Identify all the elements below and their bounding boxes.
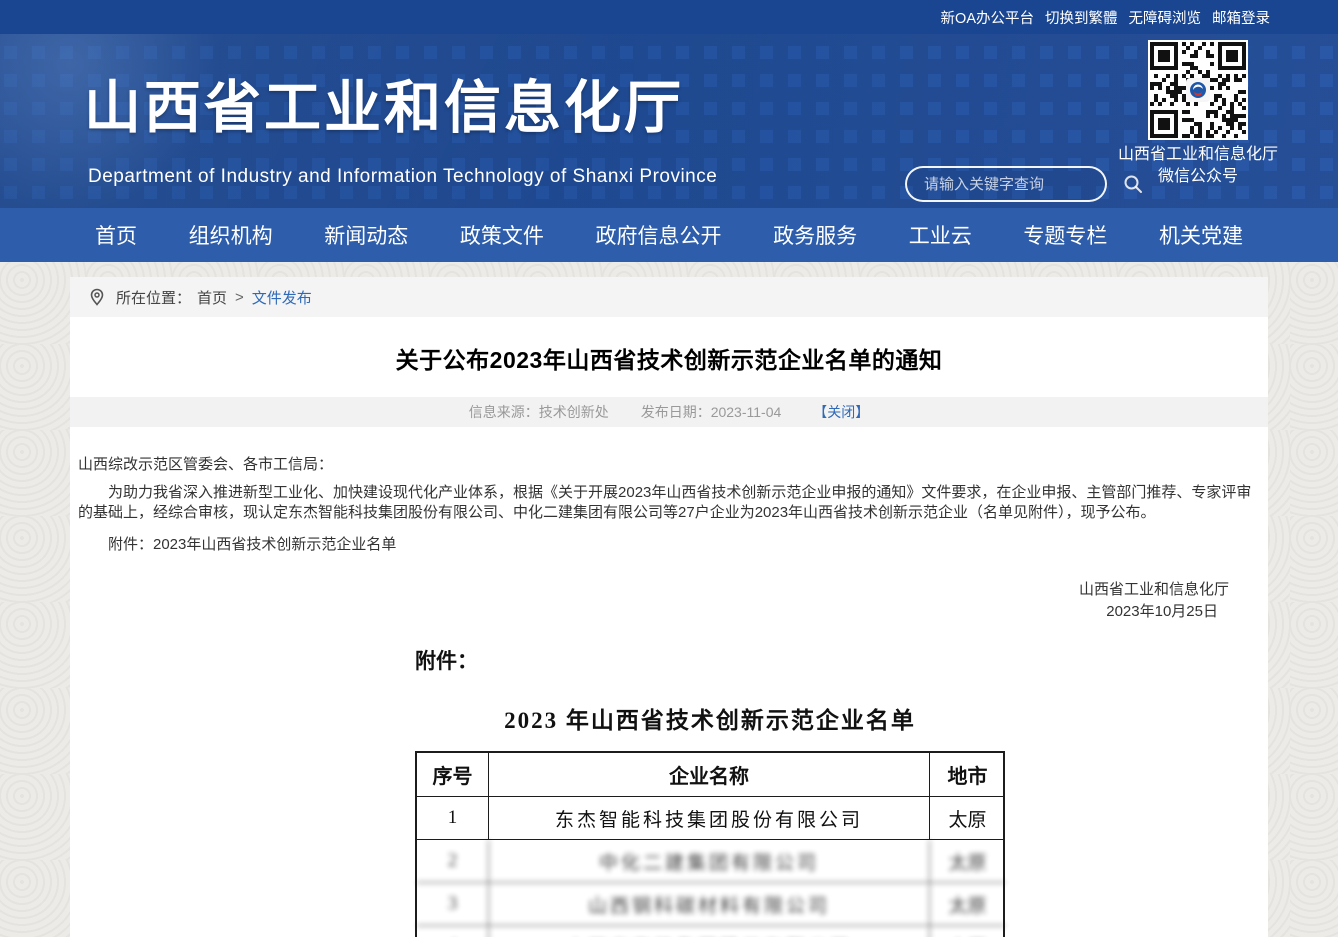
topbar-link-accessibility[interactable]: 无障碍浏览 bbox=[1129, 7, 1202, 28]
cell-city: 太原 bbox=[930, 926, 1005, 937]
cell-city: 太原 bbox=[930, 797, 1005, 840]
cell-company: 山西省安装集团股份有限公司 bbox=[489, 926, 930, 937]
site-search[interactable] bbox=[905, 166, 1107, 202]
article-attachment-line: 附件：2023年山西省技术创新示范企业名单 bbox=[78, 535, 1260, 555]
nav-item-news[interactable]: 新闻动态 bbox=[324, 220, 408, 250]
cell-no: 3 bbox=[417, 883, 489, 926]
table-header-no: 序号 bbox=[417, 753, 489, 797]
cell-city: 太原 bbox=[930, 840, 1005, 883]
nav-item-party-building[interactable]: 机关党建 bbox=[1159, 220, 1243, 250]
cell-company: 东杰智能科技集团股份有限公司 bbox=[489, 797, 930, 840]
cell-company: 山西钢科碳材料有限公司 bbox=[489, 883, 930, 926]
site-header: 山西省工业和信息化厅 Department of Industry and In… bbox=[0, 34, 1338, 208]
table-row: 2 中化二建集团有限公司 太原 bbox=[417, 840, 1003, 883]
main-nav: 首页 组织机构 新闻动态 政策文件 政府信息公开 政务服务 工业云 专题专栏 机… bbox=[0, 208, 1338, 262]
nav-item-organization[interactable]: 组织机构 bbox=[189, 220, 273, 250]
nav-item-home[interactable]: 首页 bbox=[95, 220, 137, 250]
cell-city: 太原 bbox=[930, 883, 1005, 926]
qr-center-logo-icon bbox=[1186, 78, 1210, 102]
nav-item-gov-services[interactable]: 政务服务 bbox=[773, 220, 857, 250]
qr-caption-line1: 山西省工业和信息化厅 bbox=[1078, 144, 1318, 166]
cell-no: 4 bbox=[417, 926, 489, 937]
attachment-label: 附件： bbox=[415, 645, 1268, 675]
breadcrumb-home-link[interactable]: 首页 bbox=[197, 287, 227, 308]
table-header-city: 地市 bbox=[930, 753, 1005, 797]
signature-date: 2023年10月25日 bbox=[78, 601, 1260, 623]
article-salutation: 山西综改示范区管委会、各市工信局： bbox=[78, 455, 1260, 475]
enterprise-table: 序号 企业名称 地市 1 东杰智能科技集团股份有限公司 太原 2 中化二建集团有… bbox=[415, 751, 1005, 937]
nav-item-gov-info-disclosure[interactable]: 政府信息公开 bbox=[596, 220, 722, 250]
signature-organization: 山西省工业和信息化厅 bbox=[78, 579, 1260, 601]
article-body: 山西综改示范区管委会、各市工信局： 为助力我省深入推进新型工业化、加快建设现代化… bbox=[70, 427, 1268, 623]
wechat-qr-code bbox=[1148, 40, 1248, 140]
search-icon[interactable] bbox=[1123, 174, 1143, 194]
attachment-document: 附件： 2023 年山西省技术创新示范企业名单 序号 企业名称 地市 1 东杰智… bbox=[70, 623, 1268, 937]
table-header-company: 企业名称 bbox=[489, 753, 930, 797]
table-row: 4 山西省安装集团股份有限公司 太原 bbox=[417, 926, 1003, 937]
table-row: 3 山西钢科碳材料有限公司 太原 bbox=[417, 883, 1003, 926]
nav-item-policy-documents[interactable]: 政策文件 bbox=[460, 220, 544, 250]
article-source: 信息来源：技术创新处 bbox=[469, 402, 609, 422]
page: 新OA办公平台 切换到繁體 无障碍浏览 邮箱登录 山西省工业和信息化厅 Depa… bbox=[0, 0, 1338, 937]
topbar-link-mail-login[interactable]: 邮箱登录 bbox=[1212, 7, 1270, 28]
breadcrumb-current-link[interactable]: 文件发布 bbox=[252, 287, 312, 308]
article-meta-bar: 信息来源：技术创新处 发布日期：2023-11-04 【关闭】 bbox=[70, 397, 1268, 427]
article-paragraph: 为助力我省深入推进新型工业化、加快建设现代化产业体系，根据《关于开展2023年山… bbox=[78, 483, 1260, 523]
nav-item-industrial-cloud[interactable]: 工业云 bbox=[909, 220, 972, 250]
breadcrumb-separator: > bbox=[235, 289, 244, 306]
content-area: 所在位置： 首页 > 文件发布 关于公布2023年山西省技术创新示范企业名单的通… bbox=[70, 277, 1268, 937]
breadcrumb: 所在位置： 首页 > 文件发布 bbox=[70, 277, 1268, 317]
cell-no: 1 bbox=[417, 797, 489, 840]
table-header-row: 序号 企业名称 地市 bbox=[417, 753, 1003, 797]
cell-no: 2 bbox=[417, 840, 489, 883]
location-pin-icon bbox=[88, 288, 106, 306]
topbar-link-oa[interactable]: 新OA办公平台 bbox=[941, 7, 1034, 28]
search-input[interactable] bbox=[924, 176, 1123, 193]
top-utility-bar: 新OA办公平台 切换到繁體 无障碍浏览 邮箱登录 bbox=[0, 0, 1338, 34]
nav-item-special-topics[interactable]: 专题专栏 bbox=[1023, 220, 1107, 250]
article-title: 关于公布2023年山西省技术创新示范企业名单的通知 bbox=[70, 317, 1268, 397]
article-signature: 山西省工业和信息化厅 2023年10月25日 bbox=[78, 579, 1260, 623]
attachment-table-title: 2023 年山西省技术创新示范企业名单 bbox=[415, 701, 1005, 735]
site-title: 山西省工业和信息化厅 bbox=[84, 80, 684, 137]
breadcrumb-label: 所在位置： bbox=[116, 287, 191, 308]
article-publish-date: 发布日期：2023-11-04 bbox=[641, 402, 782, 422]
cell-company: 中化二建集团有限公司 bbox=[489, 840, 930, 883]
topbar-link-traditional[interactable]: 切换到繁體 bbox=[1045, 7, 1118, 28]
close-button[interactable]: 【关闭】 bbox=[813, 402, 869, 422]
site-subtitle-english: Department of Industry and Information T… bbox=[88, 166, 717, 188]
table-row: 1 东杰智能科技集团股份有限公司 太原 bbox=[417, 797, 1003, 840]
